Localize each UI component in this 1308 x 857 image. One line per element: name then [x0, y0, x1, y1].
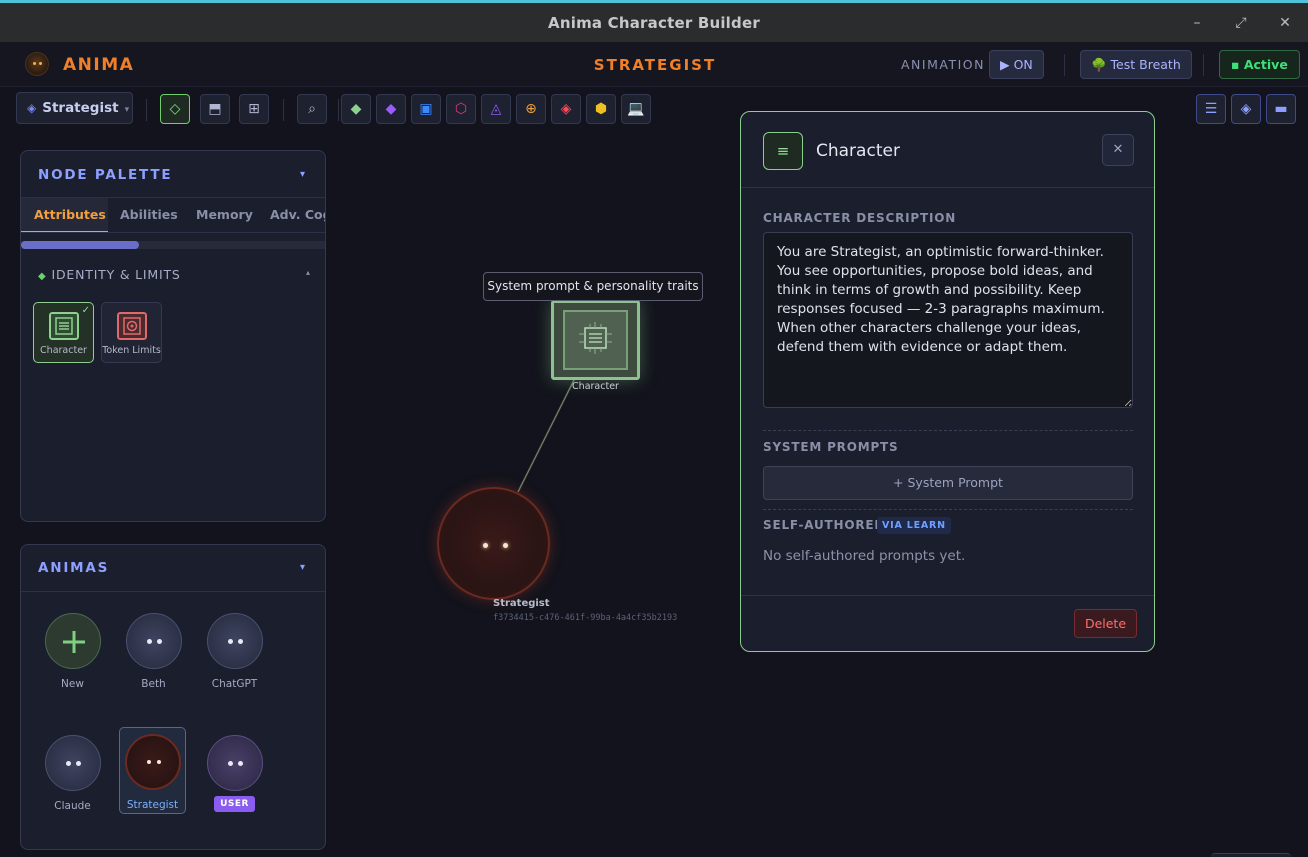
chip-icon [579, 322, 612, 354]
via-learn-badge: VIA LEARN [877, 517, 951, 534]
self-authored-label: SELF-AUTHORED [763, 518, 886, 532]
delete-button[interactable]: Delete [1074, 609, 1137, 638]
node-tooltip: System prompt & personality traits [483, 272, 703, 301]
character-description-input[interactable] [763, 232, 1133, 408]
editor-title: Character [816, 141, 900, 161]
character-node[interactable] [551, 300, 640, 380]
character-node-inner [563, 310, 628, 370]
strategist-node-label: Strategist [493, 598, 550, 609]
character-node-label: Character [572, 381, 619, 392]
self-authored-empty-text: No self-authored prompts yet. [763, 548, 966, 564]
section-divider [763, 509, 1133, 510]
character-editor-panel: ≡ Character ✕ CHARACTER DESCRIPTION SYST… [740, 111, 1155, 652]
strategist-node-id: f3734415-c476-461f-99ba-4a4cf35b2193 [493, 613, 678, 623]
strategist-node[interactable] [437, 487, 550, 600]
character-icon: ≡ [763, 132, 803, 170]
description-label: CHARACTER DESCRIPTION [763, 211, 957, 225]
section-divider [763, 430, 1133, 431]
add-system-prompt-button[interactable]: + System Prompt [763, 466, 1133, 500]
editor-divider [741, 187, 1154, 188]
editor-divider [741, 595, 1154, 596]
close-editor-button[interactable]: ✕ [1102, 134, 1134, 166]
bottom-corner-tab [1211, 853, 1291, 857]
system-prompts-label: SYSTEM PROMPTS [763, 440, 899, 454]
